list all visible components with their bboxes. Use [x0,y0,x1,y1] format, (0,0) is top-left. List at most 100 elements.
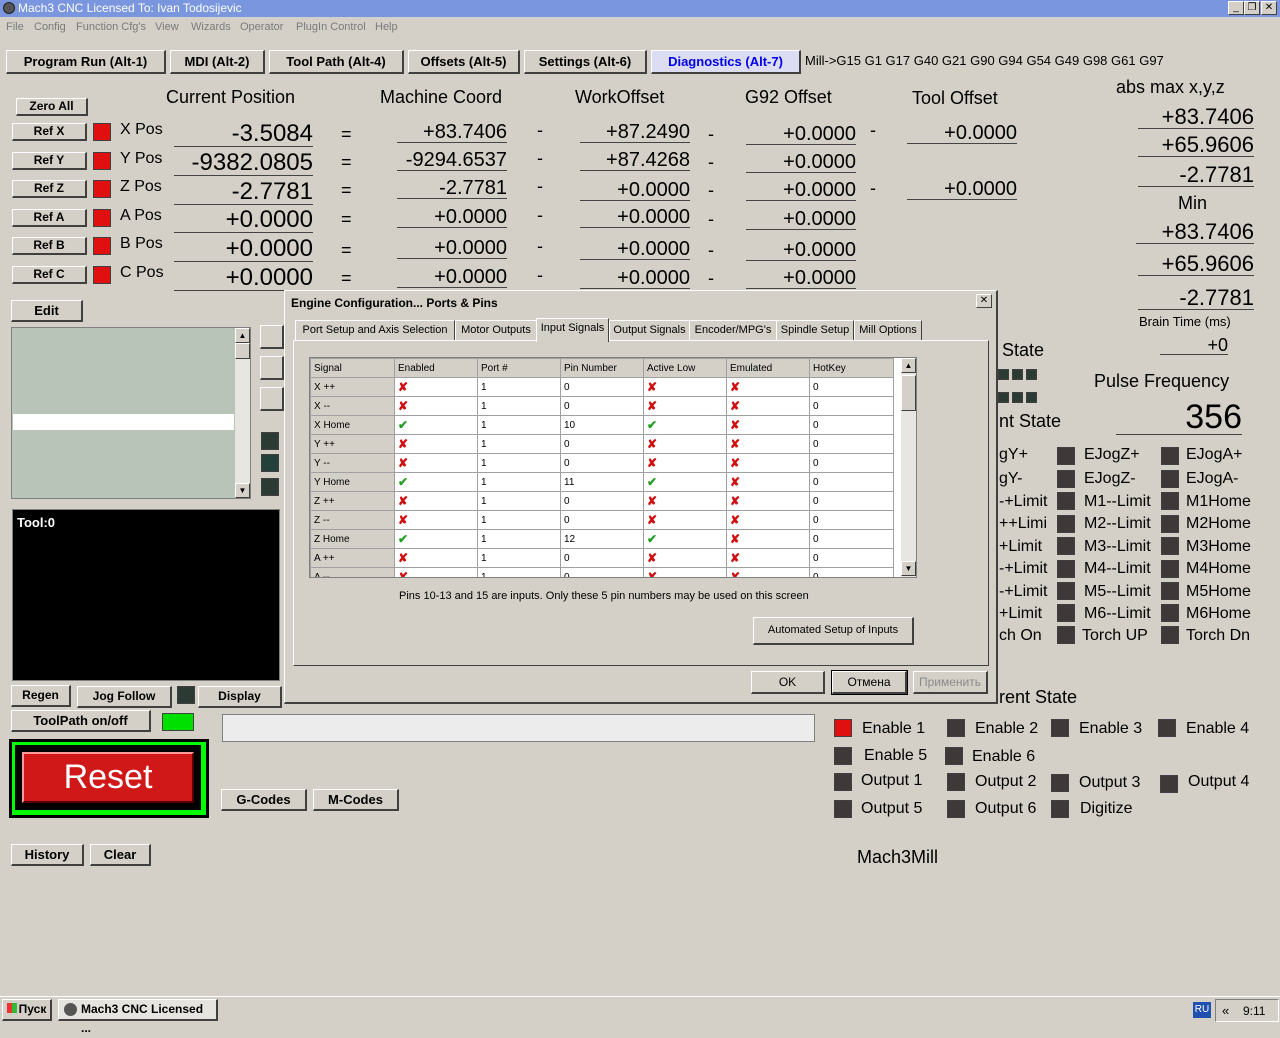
value-cell[interactable]: 0 [560,396,644,416]
language-indicator[interactable]: RU [1193,1002,1211,1018]
signal-name-cell[interactable]: Z Home [310,529,395,549]
scroll-up-icon[interactable]: ▲ [235,328,250,343]
hidden-button[interactable] [260,387,284,411]
signal-name-cell[interactable]: X -- [310,396,395,416]
toggle-cell[interactable]: ✔ [643,415,727,435]
value-cell[interactable]: 0 [809,415,894,435]
value-cell[interactable]: 0 [560,567,644,577]
value-cell[interactable]: 1 [477,415,561,435]
z-work-dro[interactable]: +0.0000 [580,180,690,201]
grid-scrollbar[interactable]: ▲ ▼ [901,358,916,577]
value-cell[interactable]: 11 [560,472,644,492]
jog-follow-button[interactable]: Jog Follow [77,686,172,708]
signal-row[interactable]: Z Home ✔ 1 12 ✔ ✘ 0 [310,529,894,549]
column-header[interactable]: HotKey [809,358,894,378]
y-current-dro[interactable]: -9382.0805 [174,151,313,176]
signal-name-cell[interactable]: Z -- [310,510,395,530]
b-work-dro[interactable]: +0.0000 [580,239,690,260]
value-cell[interactable]: 0 [809,548,894,568]
toggle-cell[interactable]: ✘ [394,567,478,577]
toolpath-display[interactable]: Tool:0 [12,509,280,681]
a-current-dro[interactable]: +0.0000 [174,208,313,233]
value-cell[interactable]: 1 [477,548,561,568]
column-header[interactable]: Signal [310,358,395,378]
menu-operator[interactable]: Operator [240,21,283,33]
c-current-dro[interactable]: +0.0000 [174,266,313,291]
tab-mdi[interactable]: MDI (Alt-2) [170,50,265,74]
tab-offsets[interactable]: Offsets (Alt-5) [408,50,520,74]
ok-button[interactable]: OK [751,671,825,694]
tab-port-setup[interactable]: Port Setup and Axis Selection [295,320,455,340]
ref-c-button[interactable]: Ref C [12,266,87,284]
ref-z-button[interactable]: Ref Z [12,180,87,198]
value-cell[interactable]: 0 [809,510,894,530]
toggle-cell[interactable]: ✘ [726,529,810,549]
signal-row[interactable]: A ++ ✘ 1 0 ✘ ✘ 0 [310,548,894,568]
tab-diagnostics[interactable]: Diagnostics (Alt-7) [651,50,801,74]
signal-row[interactable]: Z -- ✘ 1 0 ✘ ✘ 0 [310,510,894,530]
hidden-button[interactable] [260,325,284,349]
toggle-cell[interactable]: ✘ [394,510,478,530]
signal-name-cell[interactable]: Z ++ [310,491,395,511]
value-cell[interactable]: 0 [560,453,644,473]
c-g92-dro[interactable]: +0.0000 [746,268,856,289]
grid-scroll-up-icon[interactable]: ▲ [901,358,916,373]
value-cell[interactable]: 0 [809,567,894,577]
value-cell[interactable]: 0 [809,434,894,454]
value-cell[interactable]: 0 [560,377,644,397]
cancel-button[interactable]: Отмена [831,670,908,695]
ref-x-button[interactable]: Ref X [12,123,87,141]
a-work-dro[interactable]: +0.0000 [580,207,690,228]
scroll-down-icon[interactable]: ▼ [235,483,250,498]
b-machine-dro[interactable]: +0.0000 [397,238,507,259]
grid-scroll-thumb[interactable] [901,375,916,411]
tab-encoder-mpg[interactable]: Encoder/MPG's [689,320,777,340]
toggle-cell[interactable]: ✘ [394,396,478,416]
signal-name-cell[interactable]: Y -- [310,453,395,473]
y-machine-dro[interactable]: -9294.6537 [397,150,507,171]
signal-row[interactable]: Y -- ✘ 1 0 ✘ ✘ 0 [310,453,894,473]
x-current-dro[interactable]: -3.5084 [174,122,313,147]
automated-setup-button[interactable]: Automated Setup of Inputs [753,617,914,645]
edit-button[interactable]: Edit [11,300,83,322]
value-cell[interactable]: 1 [477,567,561,577]
toggle-cell[interactable]: ✔ [394,529,478,549]
clear-button[interactable]: Clear [90,844,151,866]
value-cell[interactable]: 0 [809,472,894,492]
column-header[interactable]: Pin Number [560,358,644,378]
toggle-cell[interactable]: ✘ [643,434,727,454]
ref-b-button[interactable]: Ref B [12,237,87,255]
ref-a-button[interactable]: Ref A [12,209,87,227]
taskbar-mach3-button[interactable]: Mach3 CNC Licensed ... [58,999,218,1035]
tab-output-signals[interactable]: Output Signals [609,320,690,340]
column-header[interactable]: Active Low [643,358,727,378]
toggle-cell[interactable]: ✘ [643,548,727,568]
start-button[interactable]: Пуск [2,999,52,1021]
gcode-list[interactable]: ▲ ▼ [11,327,251,499]
toggle-cell[interactable]: ✘ [643,510,727,530]
value-cell[interactable]: 0 [560,510,644,530]
b-g92-dro[interactable]: +0.0000 [746,240,856,261]
menu-function-cfgs[interactable]: Function Cfg's [76,21,146,33]
m-codes-button[interactable]: M-Codes [313,789,399,811]
toggle-cell[interactable]: ✘ [726,548,810,568]
tab-tool-path[interactable]: Tool Path (Alt-4) [269,50,404,74]
x-g92-dro[interactable]: +0.0000 [746,124,856,145]
toggle-cell[interactable]: ✘ [726,453,810,473]
toggle-cell[interactable]: ✘ [726,434,810,454]
value-cell[interactable]: 0 [809,453,894,473]
toggle-cell[interactable]: ✔ [394,472,478,492]
toolpath-onoff-button[interactable]: ToolPath on/off [11,710,151,732]
column-header[interactable]: Emulated [726,358,810,378]
x-machine-dro[interactable]: +83.7406 [397,122,507,143]
signal-name-cell[interactable]: A ++ [310,548,395,568]
value-cell[interactable]: 0 [560,548,644,568]
a-g92-dro[interactable]: +0.0000 [746,209,856,230]
scroll-thumb[interactable] [235,343,250,359]
value-cell[interactable]: 0 [560,491,644,511]
toggle-cell[interactable]: ✘ [643,453,727,473]
toggle-cell[interactable]: ✘ [643,377,727,397]
menu-config[interactable]: Config [34,21,66,33]
value-cell[interactable]: 0 [809,491,894,511]
column-header[interactable]: Enabled [394,358,478,378]
